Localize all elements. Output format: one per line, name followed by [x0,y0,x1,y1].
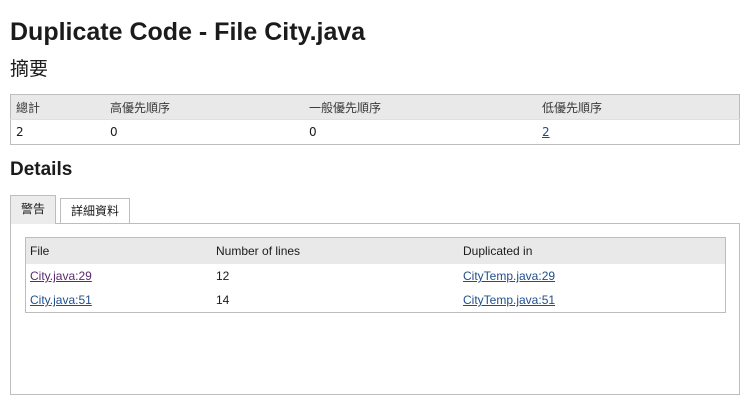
table-row: City.java:29 12 CityTemp.java:29 [26,264,726,288]
duplicates-header-row: File Number of lines Duplicated in [25,237,726,264]
tab-warnings[interactable]: 警告 [10,195,57,224]
file-link[interactable]: City.java:29 [30,269,92,283]
warnings-tab-panel: File Number of lines Duplicated in City.… [10,223,740,395]
file-link[interactable]: City.java:51 [30,293,92,307]
page-title: Duplicate Code - File City.java [10,18,366,46]
summary-table: 總計 高優先順序 一般優先順序 低優先順序 2 0 0 2 [10,94,740,145]
details-heading: Details [10,159,73,180]
duplicates-table: File Number of lines Duplicated in City.… [25,237,726,313]
lines-cell: 12 [216,269,230,283]
file-cell: City.java:29 [26,264,213,288]
summary-low-cell: 2 [537,120,740,145]
duplicated-in-link[interactable]: CityTemp.java:29 [463,269,555,283]
summary-normal-value: 0 [309,125,317,139]
table-row: City.java:51 14 CityTemp.java:51 [26,288,726,313]
duplicated-in-link[interactable]: CityTemp.java:51 [463,293,555,307]
summary-header-high-priority: 高優先順序 [105,94,304,120]
summary-heading: 摘要 [10,58,49,80]
summary-total-value: 2 [16,125,24,139]
tab-bar: 警告 詳細資料 [10,195,131,224]
duplicated-in-cell: CityTemp.java:29 [459,264,726,288]
summary-header-normal-priority: 一般優先順序 [304,94,537,120]
duplicated-in-cell: CityTemp.java:51 [459,288,726,313]
lines-cell: 14 [216,293,230,307]
summary-header-row: 總計 高優先順序 一般優先順序 低優先順序 [10,94,740,120]
column-header-number-of-lines[interactable]: Number of lines [212,237,459,264]
summary-header-total: 總計 [10,94,105,120]
summary-low-link[interactable]: 2 [542,125,550,139]
page: Duplicate Code - File City.java 摘要 總計 高優… [0,0,748,410]
column-header-duplicated-in[interactable]: Duplicated in [459,237,726,264]
file-cell: City.java:51 [26,288,213,313]
summary-header-low-priority: 低優先順序 [537,94,740,120]
summary-high-value: 0 [110,125,118,139]
summary-values-row: 2 0 0 2 [11,120,740,145]
column-header-file[interactable]: File [25,237,212,264]
tab-details[interactable]: 詳細資料 [60,198,131,224]
